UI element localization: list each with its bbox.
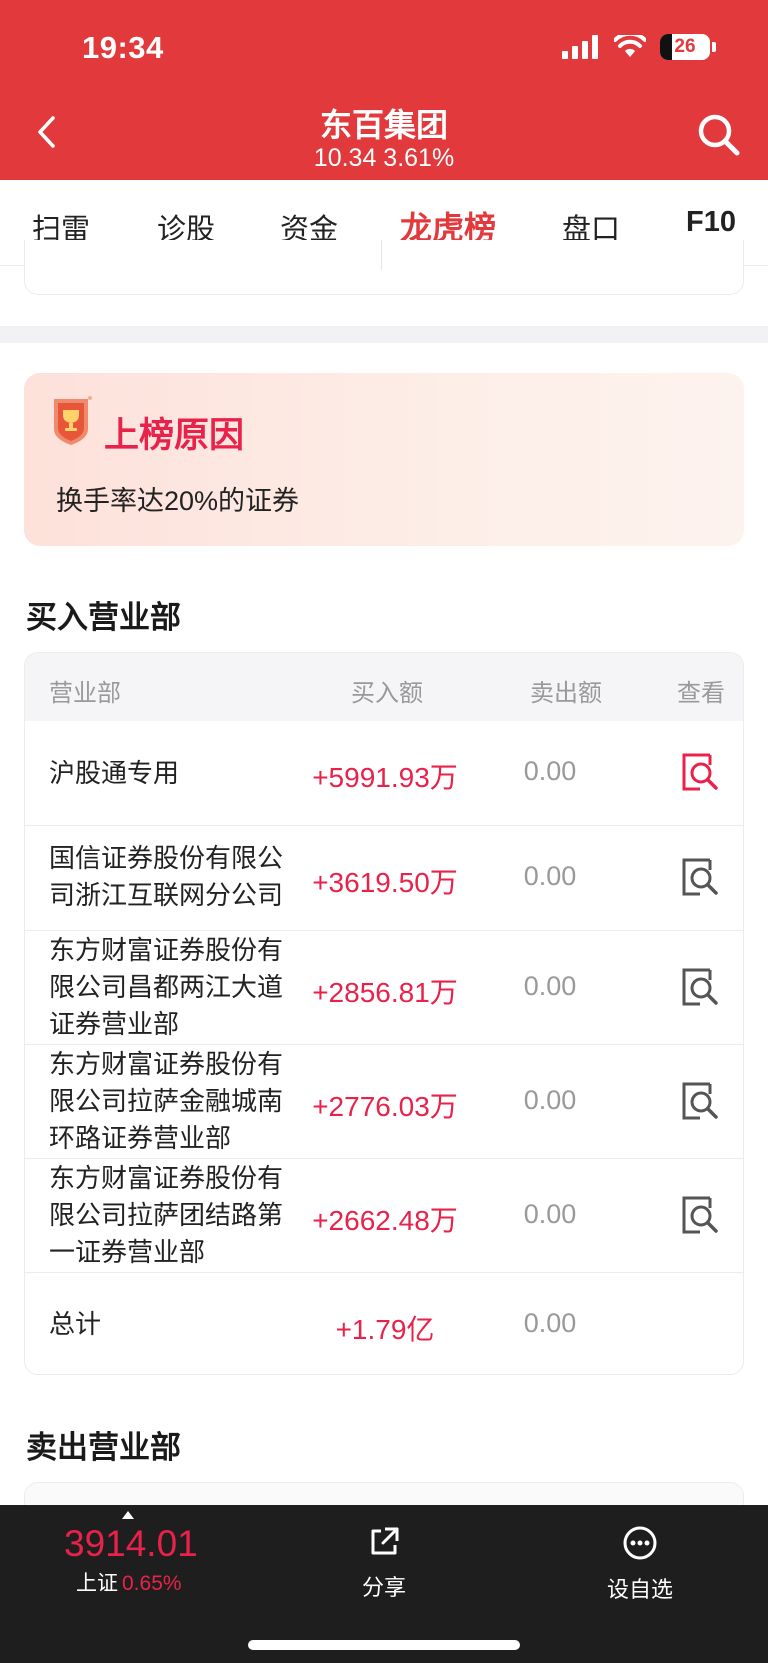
view-detail-icon[interactable] xyxy=(680,856,722,898)
listing-reason-card: 上榜原因 换手率达20%的证券 xyxy=(24,373,744,546)
buy-amount: +2662.48万 xyxy=(312,1205,458,1236)
header-dept: 营业部 xyxy=(49,680,121,707)
section-divider xyxy=(0,326,768,343)
sell-section-title: 卖出营业部 xyxy=(26,1430,181,1465)
table-header: 营业部 买入额 卖出额 查看 xyxy=(25,653,743,721)
reason-text: 换手率达20%的证券 xyxy=(56,486,300,516)
tab-f10[interactable]: F10 xyxy=(686,206,736,239)
wifi-icon xyxy=(614,35,646,57)
sell-amount: 0.00 xyxy=(523,861,577,891)
table-row[interactable]: 东方财富证券股份有限公司拉萨金融城南环路证券营业部 +2776.03万 0.00 xyxy=(25,1045,743,1159)
buy-amount: +3619.50万 xyxy=(312,867,458,898)
buy-section-title: 买入营业部 xyxy=(26,600,181,635)
table-row[interactable]: 东方财富证券股份有限公司拉萨团结路第一证券营业部 +2662.48万 0.00 xyxy=(25,1159,743,1273)
battery-indicator: 26 xyxy=(660,34,716,60)
share-label: 分享 xyxy=(361,1575,406,1600)
view-detail-icon[interactable] xyxy=(680,966,722,1008)
share-button[interactable]: 分享 xyxy=(339,1525,429,1602)
search-icon xyxy=(698,114,740,156)
status-icons: 26 xyxy=(562,34,716,60)
index-name: 上证 xyxy=(76,1572,118,1595)
index-up-arrow-icon xyxy=(122,1511,134,1519)
view-detail-icon[interactable] xyxy=(680,1194,722,1236)
previous-card-bottom xyxy=(24,240,744,295)
dept-name: 东方财富证券股份有限公司昌都两江大道证券营业部 xyxy=(49,935,284,1039)
battery-level: 26 xyxy=(674,36,696,57)
dept-name: 国信证券股份有限公司浙江互联网分公司 xyxy=(49,843,284,910)
index-label: 上证 0.65% xyxy=(76,1567,182,1597)
sell-amount: 0.00 xyxy=(523,971,577,1001)
sell-amount: 0.00 xyxy=(523,1199,577,1229)
header-view: 查看 xyxy=(677,680,725,707)
status-time: 19:34 xyxy=(82,30,164,65)
medal-icon xyxy=(54,396,92,445)
table-row[interactable]: 沪股通专用 +5991.93万 0.00 xyxy=(25,721,743,826)
buy-departments-table: 营业部 买入额 卖出额 查看 沪股通专用 +5991.93万 0.00 国信证券… xyxy=(24,652,744,1375)
more-icon xyxy=(623,1526,657,1560)
dept-name: 东方财富证券股份有限公司拉萨金融城南环路证券营业部 xyxy=(49,1049,284,1153)
table-row[interactable]: 国信证券股份有限公司浙江互联网分公司 +3619.50万 0.00 xyxy=(25,826,743,931)
buy-amount: +5991.93万 xyxy=(312,762,458,793)
bottom-bar: 3914.01 上证 0.65% 分享 设自选 xyxy=(0,1505,768,1663)
index-value[interactable]: 3914.01 xyxy=(64,1523,198,1565)
view-detail-icon[interactable] xyxy=(680,1080,722,1122)
stock-name: 东百集团 xyxy=(319,107,448,143)
sell-amount: 0.00 xyxy=(523,756,577,786)
home-indicator xyxy=(248,1640,520,1650)
sell-amount: 0.00 xyxy=(523,1085,577,1115)
dept-name: 东方财富证券股份有限公司拉萨团结路第一证券营业部 xyxy=(49,1163,284,1267)
add-watchlist-button[interactable]: 设自选 xyxy=(595,1525,685,1604)
header-sell: 卖出额 xyxy=(530,680,602,707)
signal-icon xyxy=(562,35,598,59)
header-buy: 买入额 xyxy=(351,680,423,707)
view-detail-icon[interactable] xyxy=(680,751,722,793)
buy-amount: +2776.03万 xyxy=(312,1091,458,1122)
index-change: 0.65% xyxy=(122,1572,182,1595)
reason-title: 上榜原因 xyxy=(104,416,245,455)
total-buy-amount: +1.79亿 xyxy=(335,1314,435,1345)
buy-amount: +2856.81万 xyxy=(312,977,458,1008)
total-row: 总计 +1.79亿 0.00 xyxy=(25,1273,743,1374)
app-screen: 19:34 26 东百集团 10.34 3.61% 扫雷 诊股 资金 龙虎榜 盘… xyxy=(0,0,768,1663)
total-label: 总计 xyxy=(49,1309,102,1339)
share-icon xyxy=(371,1527,399,1555)
table-row[interactable]: 东方财富证券股份有限公司昌都两江大道证券营业部 +2856.81万 0.00 xyxy=(25,931,743,1045)
dept-name: 沪股通专用 xyxy=(49,758,180,788)
search-button[interactable] xyxy=(696,112,742,158)
watchlist-label: 设自选 xyxy=(606,1577,673,1602)
total-sell-amount: 0.00 xyxy=(523,1308,577,1338)
stock-price-change: 10.34 3.61% xyxy=(313,144,455,172)
header: 19:34 26 东百集团 10.34 3.61% xyxy=(0,0,768,180)
